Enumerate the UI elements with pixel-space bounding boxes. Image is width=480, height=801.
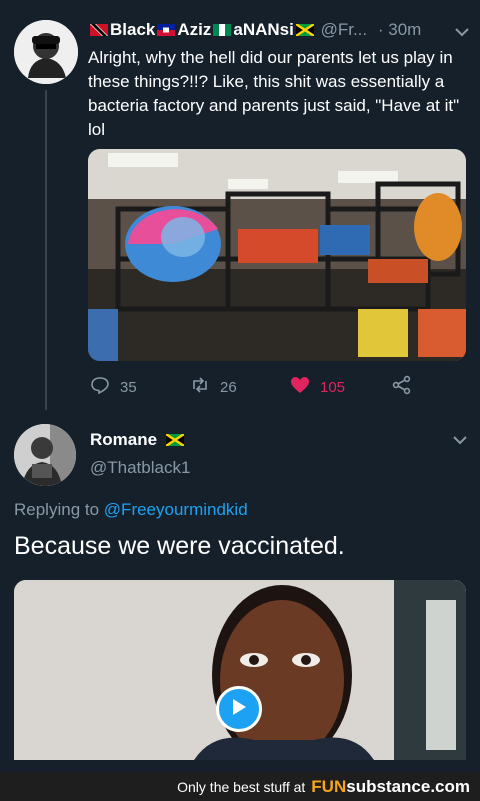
replying-to-link[interactable]: @Freeyourmindkid	[104, 500, 248, 519]
flag-jamaica-icon	[295, 21, 315, 37]
flag-haiti-icon	[157, 21, 176, 36]
tweet-text: Because we were vaccinated.	[14, 532, 345, 560]
display-name[interactable]: Romane	[90, 430, 186, 450]
watermark-footer: Only the best stuff at FUNsubstance.com	[0, 772, 480, 801]
share-button[interactable]	[392, 375, 412, 399]
display-name-text: Romane	[90, 430, 158, 449]
user-handle[interactable]: @Fr...	[321, 20, 368, 39]
replying-to: Replying to @Freeyourmindkid	[14, 500, 248, 520]
chevron-down-icon[interactable]	[455, 22, 469, 42]
chevron-down-icon[interactable]	[453, 432, 467, 450]
share-icon	[392, 375, 412, 399]
reply-button[interactable]: 35	[90, 375, 137, 399]
brand-substance: substance.com	[346, 776, 470, 796]
retweet-count: 26	[220, 378, 237, 396]
replying-label: Replying to	[14, 500, 100, 519]
tweet-header: Black Aziz aNANsi @Fr... · 30m	[88, 20, 473, 44]
tweet-image[interactable]	[88, 149, 466, 361]
retweet-button[interactable]: 26	[190, 375, 237, 399]
flag-trinidad-icon	[90, 21, 108, 36]
tweet-time[interactable]: · 30m	[378, 20, 421, 39]
reply-count: 35	[120, 378, 137, 396]
user-avatar[interactable]	[14, 424, 76, 486]
display-name-part-3[interactable]: aNANsi	[233, 20, 293, 39]
like-count: 105	[320, 378, 346, 396]
footer-text: Only the best stuff at	[177, 778, 306, 795]
tweet-text: Alright, why the hell did our parents le…	[88, 48, 460, 139]
flag-jamaica-icon	[165, 431, 185, 447]
heart-icon	[290, 375, 310, 399]
display-name-part-2[interactable]: Aziz	[177, 20, 211, 39]
like-button[interactable]: 105	[290, 375, 345, 399]
brand-fun: FUN	[311, 776, 347, 796]
flag-nigeria-icon	[213, 21, 232, 36]
user-handle[interactable]: @Thatblack1	[90, 458, 190, 478]
thread-line	[45, 90, 47, 410]
retweet-icon	[190, 375, 210, 399]
footer-brand[interactable]: FUNsubstance.com	[311, 777, 470, 797]
user-avatar[interactable]	[14, 20, 78, 84]
play-icon	[231, 698, 247, 721]
display-name[interactable]: Black	[110, 20, 155, 39]
tweet-video[interactable]	[14, 580, 466, 760]
reply-icon	[90, 375, 110, 399]
play-button[interactable]	[216, 686, 262, 732]
